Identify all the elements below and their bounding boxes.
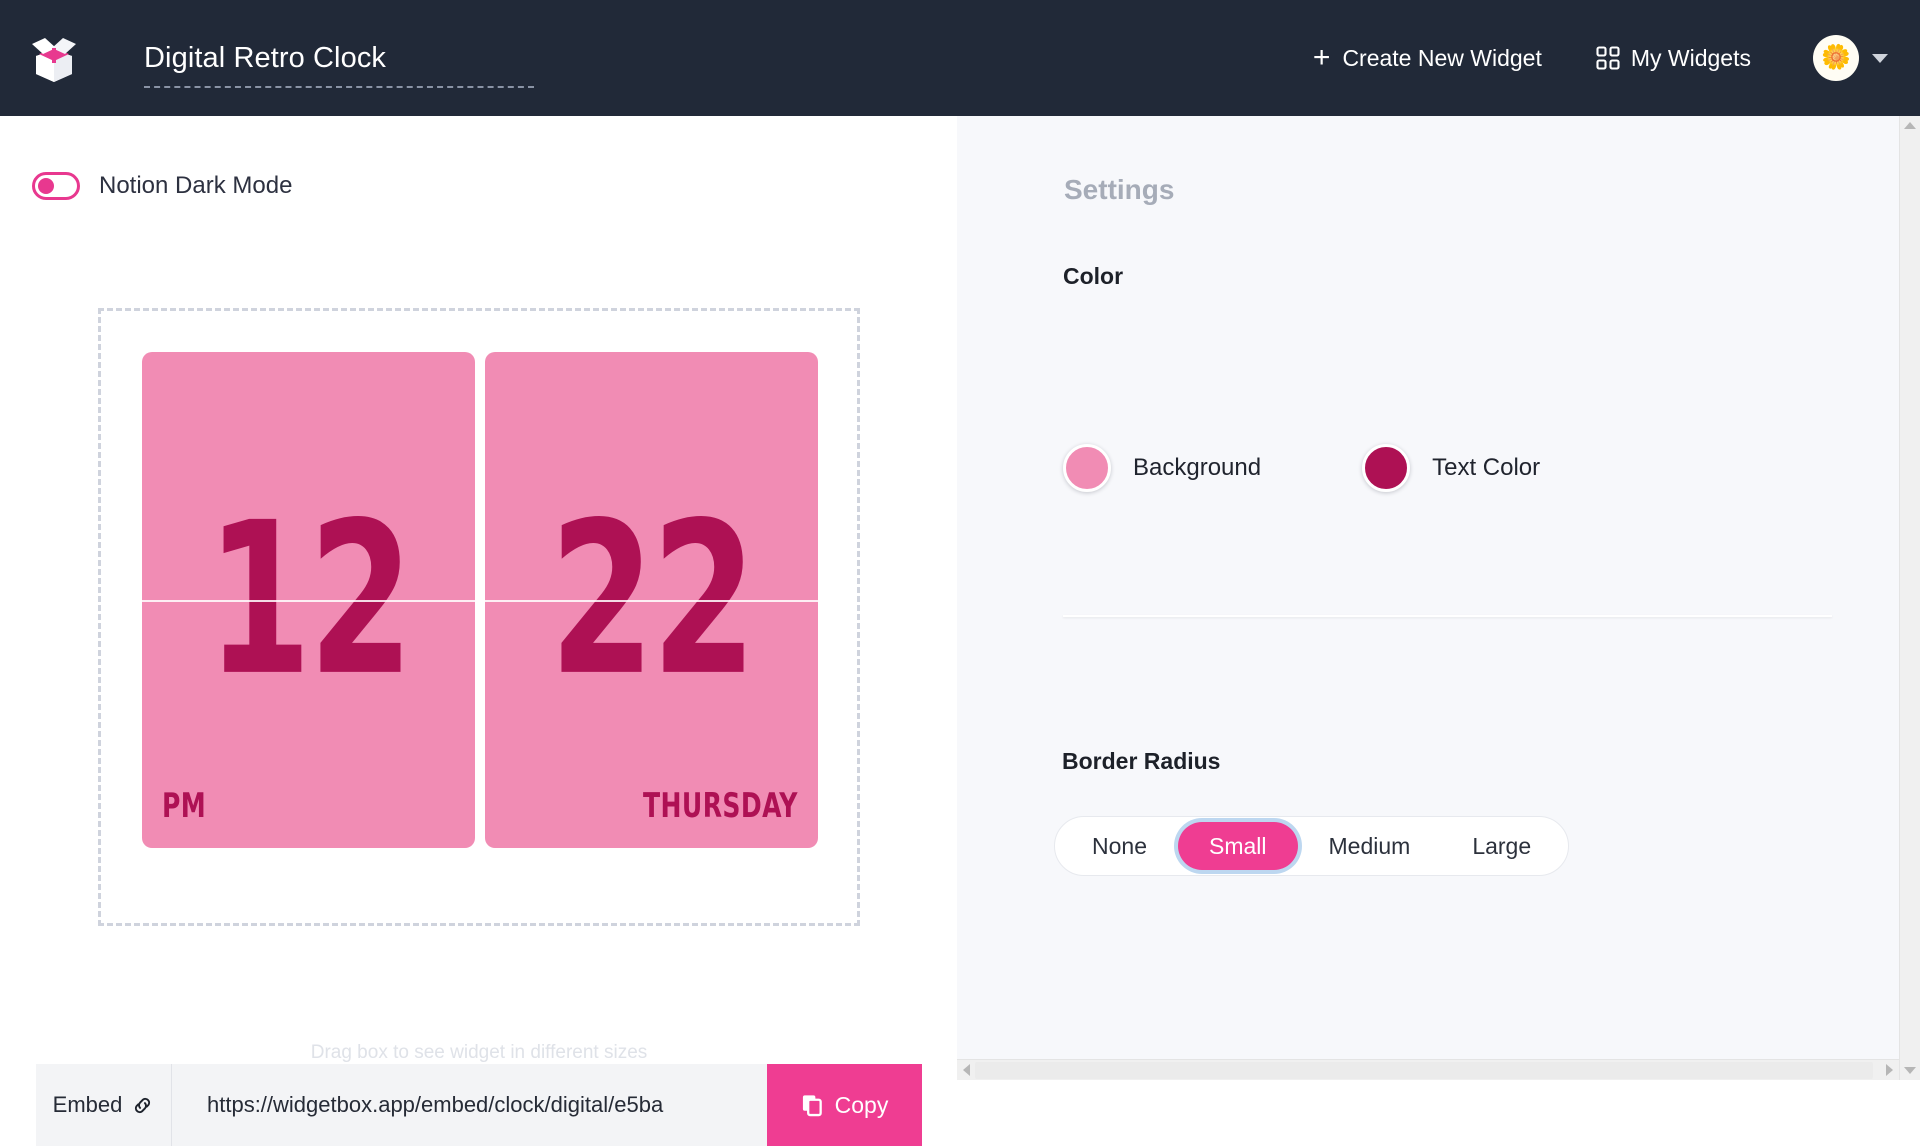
settings-panel: Settings Color Background Text Color Bor… (957, 116, 1920, 1080)
embed-url-input[interactable]: https://widgetbox.app/embed/clock/digita… (172, 1064, 767, 1146)
flip-divider-line (485, 600, 818, 602)
widget-title-text: Digital Retro Clock (144, 38, 534, 78)
main-area: Notion Dark Mode 12 PM 22 THURSDAY Drag … (0, 116, 1920, 1080)
notion-dark-mode-label: Notion Dark Mode (99, 172, 292, 200)
horizontal-scrollbar[interactable] (957, 1059, 1899, 1080)
create-new-widget-label: Create New Widget (1342, 45, 1541, 72)
plus-icon: + (1313, 43, 1331, 73)
border-radius-option-medium[interactable]: Medium (1298, 822, 1442, 870)
header-right-group: + Create New Widget My Widgets 🌼 (1313, 0, 1920, 116)
embed-label-text: Embed (53, 1092, 123, 1118)
account-menu-button[interactable]: 🌼 (1813, 35, 1888, 81)
border-radius-segmented-control: None Small Medium Large (1054, 816, 1569, 876)
scroll-down-arrow-icon[interactable] (1904, 1067, 1916, 1074)
preview-panel: Notion Dark Mode 12 PM 22 THURSDAY Drag … (0, 116, 957, 1080)
avatar: 🌼 (1813, 35, 1859, 81)
widget-title-editable-field[interactable]: Digital Retro Clock (144, 38, 534, 78)
scroll-up-arrow-icon[interactable] (1904, 122, 1916, 129)
clock-card-minute: 22 THURSDAY (485, 352, 818, 848)
toggle-knob (38, 178, 54, 194)
background-color-label: Background (1133, 454, 1261, 482)
copy-button[interactable]: Copy (767, 1064, 922, 1146)
settings-title: Settings (1064, 174, 1174, 206)
widget-title-dashed-underline (144, 86, 534, 88)
header-left-group: Digital Retro Clock (0, 30, 534, 86)
text-color-dot (1362, 444, 1410, 492)
drag-hint-text: Drag box to see widget in different size… (98, 1042, 860, 1064)
app-header: Digital Retro Clock + Create New Widget … (0, 0, 1920, 116)
widget-resize-box[interactable]: 12 PM 22 THURSDAY (98, 308, 860, 926)
notion-dark-mode-row: Notion Dark Mode (32, 172, 292, 200)
digital-retro-clock-widget: 12 PM 22 THURSDAY (142, 352, 818, 848)
color-section-label: Color (1063, 263, 1123, 290)
clock-card-hour: 12 PM (142, 352, 475, 848)
chevron-down-icon (1872, 54, 1888, 63)
scroll-right-arrow-icon[interactable] (1886, 1064, 1893, 1076)
embed-bar: Embed https://widgetbox.app/embed/clock/… (36, 1064, 922, 1146)
flip-divider-line (142, 600, 475, 602)
my-widgets-label: My Widgets (1631, 45, 1751, 72)
scroll-left-arrow-icon[interactable] (963, 1064, 970, 1076)
link-icon (131, 1094, 154, 1117)
text-color-swatch-button[interactable]: Text Color (1362, 444, 1540, 492)
horizontal-scrollbar-thumb[interactable] (975, 1062, 1873, 1079)
border-radius-section-label: Border Radius (1062, 748, 1220, 775)
vertical-scrollbar[interactable] (1899, 116, 1920, 1080)
grid-icon (1596, 46, 1620, 70)
border-radius-option-large[interactable]: Large (1441, 822, 1562, 870)
text-color-label: Text Color (1432, 454, 1540, 482)
my-widgets-button[interactable]: My Widgets (1596, 45, 1751, 72)
border-radius-option-small[interactable]: Small (1178, 822, 1298, 870)
notion-dark-mode-toggle[interactable] (32, 172, 80, 200)
clock-weekday-label: THURSDAY (609, 786, 798, 826)
color-swatch-row: Background Text Color (1063, 444, 1540, 492)
border-radius-option-none[interactable]: None (1061, 822, 1178, 870)
copy-icon (801, 1093, 824, 1117)
background-color-dot (1063, 444, 1111, 492)
embed-label-group: Embed (36, 1064, 172, 1146)
background-color-swatch-button[interactable]: Background (1063, 444, 1261, 492)
resize-handle[interactable] (850, 916, 864, 930)
create-new-widget-button[interactable]: + Create New Widget (1313, 43, 1542, 73)
open-box-logo-icon[interactable] (26, 30, 82, 86)
clock-meridiem-label: PM (162, 786, 216, 826)
settings-section-divider (1063, 615, 1832, 617)
copy-button-label: Copy (835, 1092, 889, 1119)
